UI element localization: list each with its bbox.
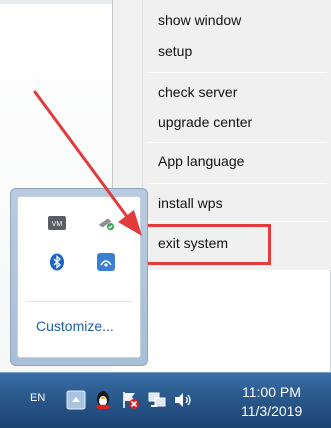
vm-app-icon[interactable]: VM: [48, 214, 66, 232]
network-app-icon[interactable]: [97, 253, 115, 271]
tray-overflow-popup: VM Customize...: [10, 188, 148, 366]
desktop-top-strip: [0, 0, 112, 4]
show-hidden-icons-button[interactable]: [66, 390, 86, 410]
language-indicator[interactable]: EN: [30, 392, 45, 404]
menu-item-upgrade-center[interactable]: upgrade center: [158, 114, 252, 130]
network-icon[interactable]: [147, 390, 167, 410]
svg-text:VM: VM: [52, 221, 63, 228]
menu-separator: [147, 183, 327, 184]
bluetooth-icon[interactable]: [48, 253, 66, 271]
menu-item-setup[interactable]: setup: [158, 43, 192, 59]
menu-separator: [147, 221, 327, 222]
volume-icon[interactable]: [173, 390, 193, 410]
customize-link[interactable]: Customize...: [36, 318, 114, 334]
penguin-icon[interactable]: [93, 390, 113, 410]
menu-separator: [147, 142, 327, 143]
menu-item-check-server[interactable]: check server: [158, 84, 237, 100]
flag-warning-icon[interactable]: [120, 390, 140, 410]
menu-item-show-window[interactable]: show window: [158, 12, 241, 28]
clock-date[interactable]: 11/3/2019: [241, 403, 302, 419]
menu-item-app-language[interactable]: App language: [158, 153, 244, 169]
usb-drive-icon[interactable]: [97, 214, 115, 232]
taskbar: EN 11:00 PM 11/3/2019: [0, 372, 331, 428]
menu-separator: [147, 72, 327, 73]
tray-overflow-panel: VM Customize...: [17, 196, 141, 358]
clock-time[interactable]: 11:00 PM: [242, 384, 301, 400]
tray-divider: [26, 301, 132, 302]
menu-item-install-wps[interactable]: install wps: [158, 195, 223, 211]
